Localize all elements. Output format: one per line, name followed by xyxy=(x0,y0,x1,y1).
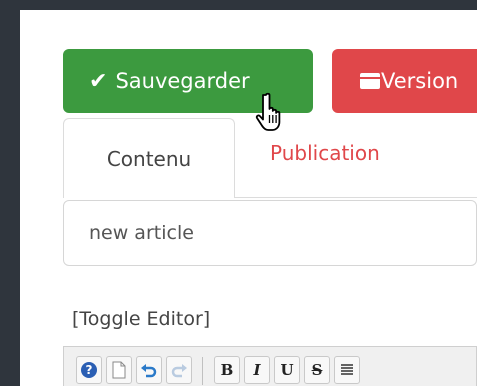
strikethrough-button[interactable]: S xyxy=(304,356,330,384)
hand-cursor-icon xyxy=(255,92,281,131)
bold-button[interactable]: B xyxy=(214,356,240,384)
tab-contenu[interactable]: Contenu xyxy=(63,118,235,198)
editor-toolbar: ? B I U S xyxy=(63,346,477,386)
svg-text:?: ? xyxy=(86,363,93,377)
tab-publication-label: Publication xyxy=(270,141,380,165)
italic-button-label: I xyxy=(253,361,261,379)
title-input[interactable]: new article xyxy=(63,200,477,266)
underline-button[interactable]: U xyxy=(274,356,300,384)
check-icon: ✔ xyxy=(89,68,108,94)
tab-contenu-label: Contenu xyxy=(106,146,192,171)
version-button-label: Version xyxy=(381,69,459,93)
redo-icon[interactable] xyxy=(166,356,192,384)
version-button[interactable]: Version xyxy=(332,49,477,113)
bold-button-label: B xyxy=(220,361,234,379)
undo-icon[interactable] xyxy=(136,356,162,384)
align-icon[interactable] xyxy=(334,356,360,384)
editor-panel: ✔ Sauvegarder Version Contenu Publicatio… xyxy=(20,10,477,386)
new-document-icon[interactable] xyxy=(106,356,132,384)
underline-button-label: U xyxy=(280,361,294,379)
strikethrough-button-label: S xyxy=(311,361,323,379)
tab-publication[interactable]: Publication xyxy=(270,141,380,165)
toolbar-separator xyxy=(202,357,203,385)
archive-icon xyxy=(360,73,380,89)
help-icon[interactable]: ? xyxy=(76,356,102,384)
title-input-value: new article xyxy=(89,222,194,244)
toggle-editor-link[interactable]: [Toggle Editor] xyxy=(72,308,210,330)
italic-button[interactable]: I xyxy=(244,356,270,384)
save-button-label: Sauvegarder xyxy=(115,69,250,93)
